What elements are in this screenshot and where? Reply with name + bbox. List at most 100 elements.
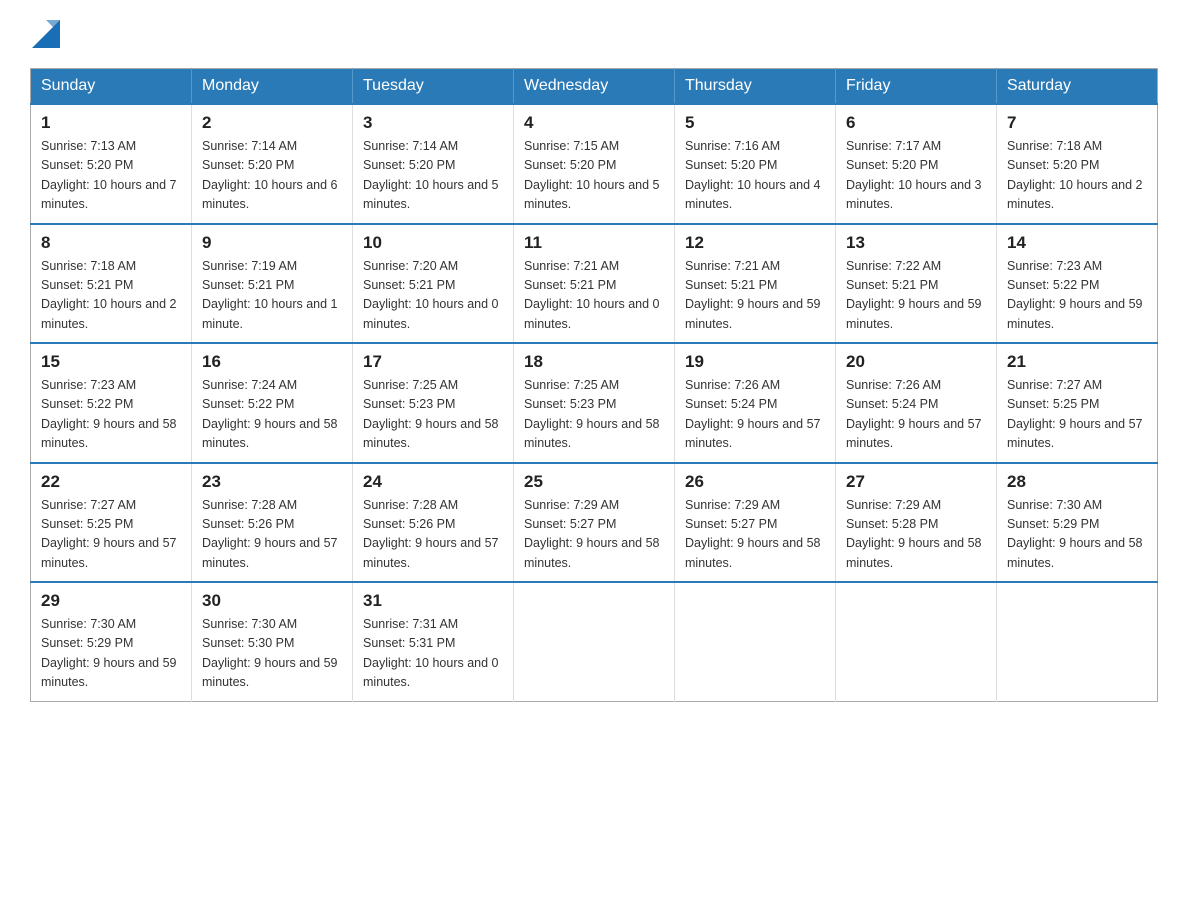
calendar-table: SundayMondayTuesdayWednesdayThursdayFrid… — [30, 68, 1158, 702]
day-number: 11 — [524, 233, 664, 253]
day-info: Sunrise: 7:19 AMSunset: 5:21 PMDaylight:… — [202, 257, 342, 335]
day-info: Sunrise: 7:18 AMSunset: 5:20 PMDaylight:… — [1007, 137, 1147, 215]
day-info: Sunrise: 7:23 AMSunset: 5:22 PMDaylight:… — [41, 376, 181, 454]
calendar-cell: 25Sunrise: 7:29 AMSunset: 5:27 PMDayligh… — [514, 463, 675, 583]
calendar-cell: 14 Sunrise: 7:23 AMSunset: 5:22 PMDayligh… — [997, 224, 1158, 344]
day-number: 8 — [41, 233, 181, 253]
day-info: Sunrise: 7:31 AMSunset: 5:31 PMDaylight:… — [363, 615, 503, 693]
calendar-cell: 1 Sunrise: 7:13 AMSunset: 5:20 PMDaylight… — [31, 104, 192, 224]
day-number: 6 — [846, 113, 986, 133]
calendar-cell: 29 Sunrise: 7:30 AMSunset: 5:29 PMDayligh… — [31, 582, 192, 701]
day-number: 28 — [1007, 472, 1147, 492]
calendar-cell: 28 Sunrise: 7:30 AMSunset: 5:29 PMDayligh… — [997, 463, 1158, 583]
day-info: Sunrise: 7:21 AMSunset: 5:21 PMDaylight:… — [685, 257, 825, 335]
header-tuesday: Tuesday — [353, 69, 514, 105]
day-number: 12 — [685, 233, 825, 253]
calendar-cell: 13 Sunrise: 7:22 AMSunset: 5:21 PMDayligh… — [836, 224, 997, 344]
day-number: 27 — [846, 472, 986, 492]
day-info: Sunrise: 7:22 AMSunset: 5:21 PMDaylight:… — [846, 257, 986, 335]
calendar-cell: 21Sunrise: 7:27 AMSunset: 5:25 PMDayligh… — [997, 343, 1158, 463]
day-number: 10 — [363, 233, 503, 253]
day-number: 18 — [524, 352, 664, 372]
day-number: 16 — [202, 352, 342, 372]
day-info: Sunrise: 7:29 AMSunset: 5:27 PMDaylight:… — [685, 496, 825, 574]
page-header — [30, 20, 1158, 48]
calendar-cell: 24 Sunrise: 7:28 AMSunset: 5:26 PMDayligh… — [353, 463, 514, 583]
day-info: Sunrise: 7:30 AMSunset: 5:30 PMDaylight:… — [202, 615, 342, 693]
day-number: 13 — [846, 233, 986, 253]
calendar-cell — [997, 582, 1158, 701]
week-row-5: 29 Sunrise: 7:30 AMSunset: 5:29 PMDayligh… — [31, 582, 1158, 701]
day-info: Sunrise: 7:28 AMSunset: 5:26 PMDaylight:… — [202, 496, 342, 574]
calendar-cell: 31 Sunrise: 7:31 AMSunset: 5:31 PMDayligh… — [353, 582, 514, 701]
day-number: 5 — [685, 113, 825, 133]
day-info: Sunrise: 7:29 AMSunset: 5:28 PMDaylight:… — [846, 496, 986, 574]
header-wednesday: Wednesday — [514, 69, 675, 105]
header-sunday: Sunday — [31, 69, 192, 105]
day-info: Sunrise: 7:27 AMSunset: 5:25 PMDaylight:… — [41, 496, 181, 574]
calendar-cell: 3Sunrise: 7:14 AMSunset: 5:20 PMDaylight… — [353, 104, 514, 224]
calendar-cell — [836, 582, 997, 701]
calendar-cell: 26 Sunrise: 7:29 AMSunset: 5:27 PMDayligh… — [675, 463, 836, 583]
week-row-2: 8 Sunrise: 7:18 AMSunset: 5:21 PMDaylight… — [31, 224, 1158, 344]
calendar-cell: 9Sunrise: 7:19 AMSunset: 5:21 PMDaylight… — [192, 224, 353, 344]
day-number: 26 — [685, 472, 825, 492]
calendar-cell — [514, 582, 675, 701]
calendar-cell: 16 Sunrise: 7:24 AMSunset: 5:22 PMDayligh… — [192, 343, 353, 463]
calendar-cell: 11 Sunrise: 7:21 AMSunset: 5:21 PMDayligh… — [514, 224, 675, 344]
day-info: Sunrise: 7:30 AMSunset: 5:29 PMDaylight:… — [1007, 496, 1147, 574]
day-info: Sunrise: 7:24 AMSunset: 5:22 PMDaylight:… — [202, 376, 342, 454]
week-row-1: 1 Sunrise: 7:13 AMSunset: 5:20 PMDaylight… — [31, 104, 1158, 224]
day-info: Sunrise: 7:25 AMSunset: 5:23 PMDaylight:… — [524, 376, 664, 454]
day-number: 25 — [524, 472, 664, 492]
calendar-cell: 4 Sunrise: 7:15 AMSunset: 5:20 PMDaylight… — [514, 104, 675, 224]
calendar-cell: 17Sunrise: 7:25 AMSunset: 5:23 PMDayligh… — [353, 343, 514, 463]
day-number: 15 — [41, 352, 181, 372]
day-number: 29 — [41, 591, 181, 611]
calendar-cell: 20 Sunrise: 7:26 AMSunset: 5:24 PMDayligh… — [836, 343, 997, 463]
calendar-cell: 27 Sunrise: 7:29 AMSunset: 5:28 PMDayligh… — [836, 463, 997, 583]
day-info: Sunrise: 7:26 AMSunset: 5:24 PMDaylight:… — [846, 376, 986, 454]
day-number: 3 — [363, 113, 503, 133]
calendar-cell: 15 Sunrise: 7:23 AMSunset: 5:22 PMDayligh… — [31, 343, 192, 463]
calendar-cell: 5Sunrise: 7:16 AMSunset: 5:20 PMDaylight… — [675, 104, 836, 224]
day-info: Sunrise: 7:25 AMSunset: 5:23 PMDaylight:… — [363, 376, 503, 454]
day-number: 21 — [1007, 352, 1147, 372]
day-info: Sunrise: 7:21 AMSunset: 5:21 PMDaylight:… — [524, 257, 664, 335]
calendar-header-row: SundayMondayTuesdayWednesdayThursdayFrid… — [31, 69, 1158, 105]
header-monday: Monday — [192, 69, 353, 105]
logo — [30, 20, 60, 48]
calendar-cell: 7 Sunrise: 7:18 AMSunset: 5:20 PMDaylight… — [997, 104, 1158, 224]
day-info: Sunrise: 7:18 AMSunset: 5:21 PMDaylight:… — [41, 257, 181, 335]
calendar-cell: 18 Sunrise: 7:25 AMSunset: 5:23 PMDayligh… — [514, 343, 675, 463]
day-number: 24 — [363, 472, 503, 492]
day-number: 7 — [1007, 113, 1147, 133]
calendar-cell: 19 Sunrise: 7:26 AMSunset: 5:24 PMDayligh… — [675, 343, 836, 463]
day-number: 20 — [846, 352, 986, 372]
calendar-cell — [675, 582, 836, 701]
day-number: 19 — [685, 352, 825, 372]
header-saturday: Saturday — [997, 69, 1158, 105]
day-number: 31 — [363, 591, 503, 611]
day-info: Sunrise: 7:30 AMSunset: 5:29 PMDaylight:… — [41, 615, 181, 693]
day-info: Sunrise: 7:28 AMSunset: 5:26 PMDaylight:… — [363, 496, 503, 574]
calendar-cell: 8 Sunrise: 7:18 AMSunset: 5:21 PMDaylight… — [31, 224, 192, 344]
day-info: Sunrise: 7:20 AMSunset: 5:21 PMDaylight:… — [363, 257, 503, 335]
day-info: Sunrise: 7:23 AMSunset: 5:22 PMDaylight:… — [1007, 257, 1147, 335]
week-row-4: 22 Sunrise: 7:27 AMSunset: 5:25 PMDayligh… — [31, 463, 1158, 583]
calendar-cell: 23Sunrise: 7:28 AMSunset: 5:26 PMDayligh… — [192, 463, 353, 583]
day-number: 4 — [524, 113, 664, 133]
day-info: Sunrise: 7:26 AMSunset: 5:24 PMDaylight:… — [685, 376, 825, 454]
header-friday: Friday — [836, 69, 997, 105]
day-number: 1 — [41, 113, 181, 133]
calendar-cell: 6Sunrise: 7:17 AMSunset: 5:20 PMDaylight… — [836, 104, 997, 224]
calendar-cell: 30 Sunrise: 7:30 AMSunset: 5:30 PMDayligh… — [192, 582, 353, 701]
day-number: 2 — [202, 113, 342, 133]
day-info: Sunrise: 7:14 AMSunset: 5:20 PMDaylight:… — [202, 137, 342, 215]
day-info: Sunrise: 7:15 AMSunset: 5:20 PMDaylight:… — [524, 137, 664, 215]
calendar-cell: 12 Sunrise: 7:21 AMSunset: 5:21 PMDayligh… — [675, 224, 836, 344]
day-number: 14 — [1007, 233, 1147, 253]
day-number: 30 — [202, 591, 342, 611]
day-number: 22 — [41, 472, 181, 492]
day-info: Sunrise: 7:13 AMSunset: 5:20 PMDaylight:… — [41, 137, 181, 215]
